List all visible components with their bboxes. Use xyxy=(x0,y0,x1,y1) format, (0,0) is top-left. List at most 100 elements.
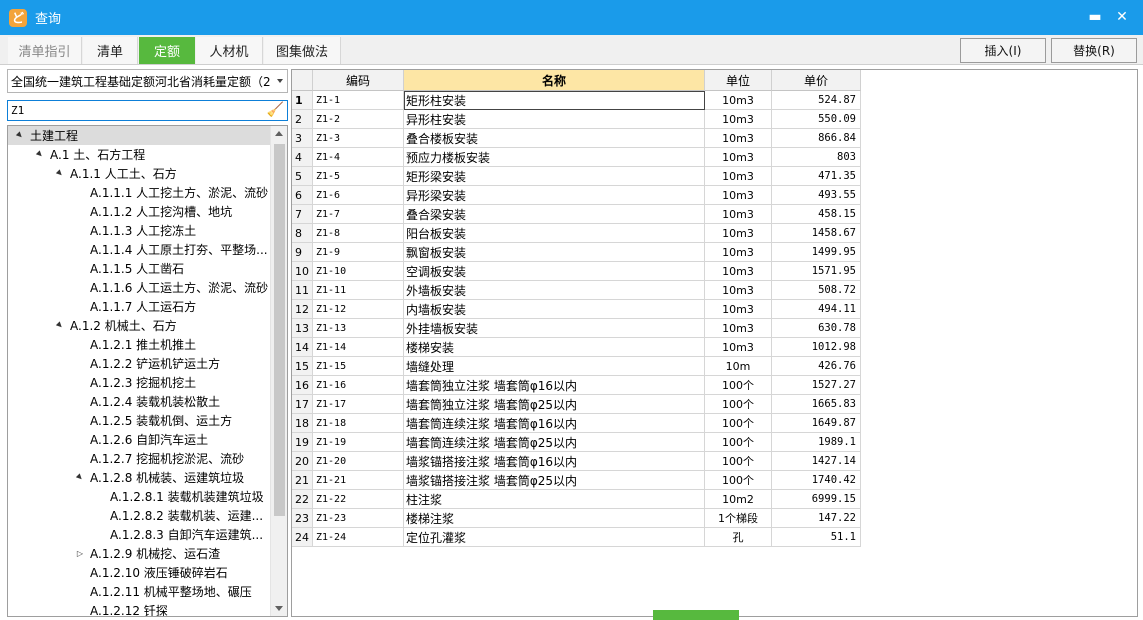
code-cell[interactable]: Z1-8 xyxy=(313,224,404,243)
table-row[interactable]: 2 Z1-2 异形柱安装 10m3 550.09 xyxy=(292,110,861,129)
unit-cell[interactable]: 100个 xyxy=(705,452,772,471)
price-cell[interactable]: 1571.95 xyxy=(772,262,861,281)
code-cell[interactable]: Z1-19 xyxy=(313,433,404,452)
tree-item[interactable]: ▲ 土建工程 xyxy=(8,126,271,145)
name-cell[interactable]: 空调板安装 xyxy=(404,262,705,281)
unit-cell[interactable]: 10m3 xyxy=(705,167,772,186)
code-cell[interactable]: Z1-2 xyxy=(313,110,404,129)
code-cell[interactable]: Z1-17 xyxy=(313,395,404,414)
price-cell[interactable]: 426.76 xyxy=(772,357,861,376)
tab-bill[interactable]: 清单 xyxy=(83,37,138,64)
table-row[interactable]: 7 Z1-7 叠合梁安装 10m3 458.15 xyxy=(292,205,861,224)
unit-cell[interactable]: 10m3 xyxy=(705,281,772,300)
unit-cell[interactable]: 10m3 xyxy=(705,300,772,319)
table-row[interactable]: 11 Z1-11 外墙板安装 10m3 508.72 xyxy=(292,281,861,300)
name-cell[interactable]: 矩形梁安装 xyxy=(404,167,705,186)
unit-cell[interactable]: 100个 xyxy=(705,395,772,414)
table-row[interactable]: 15 Z1-15 墙缝处理 10m 426.76 xyxy=(292,357,861,376)
unit-cell[interactable]: 孔 xyxy=(705,528,772,547)
collapse-arrow-icon[interactable]: ▲ xyxy=(51,316,69,334)
code-cell[interactable]: Z1-10 xyxy=(313,262,404,281)
price-cell[interactable]: 1665.83 xyxy=(772,395,861,414)
name-cell[interactable]: 墙套筒独立注浆 墙套筒φ25以内 xyxy=(404,395,705,414)
code-cell[interactable]: Z1-9 xyxy=(313,243,404,262)
code-cell[interactable]: Z1-3 xyxy=(313,129,404,148)
quota-library-select[interactable]: 全国统一建筑工程基础定额河北省消耗量定额（2 xyxy=(7,69,288,93)
code-cell[interactable]: Z1-11 xyxy=(313,281,404,300)
price-cell[interactable]: 458.15 xyxy=(772,205,861,224)
name-cell[interactable]: 飘窗板安装 xyxy=(404,243,705,262)
unit-cell[interactable]: 10m3 xyxy=(705,186,772,205)
price-cell[interactable]: 1499.95 xyxy=(772,243,861,262)
close-icon[interactable]: ✕ xyxy=(1113,8,1131,26)
price-cell[interactable]: 1740.42 xyxy=(772,471,861,490)
name-cell[interactable]: 外挂墙板安装 xyxy=(404,319,705,338)
table-row[interactable]: 16 Z1-16 墙套筒独立注浆 墙套筒φ16以内 100个 1527.27 xyxy=(292,376,861,395)
price-cell[interactable]: 147.22 xyxy=(772,509,861,528)
name-cell[interactable]: 楼梯安装 xyxy=(404,338,705,357)
table-row[interactable]: 12 Z1-12 内墙板安装 10m3 494.11 xyxy=(292,300,861,319)
code-cell[interactable]: Z1-18 xyxy=(313,414,404,433)
table-row[interactable]: 4 Z1-4 预应力楼板安装 10m3 803 xyxy=(292,148,861,167)
name-cell[interactable]: 定位孔灌浆 xyxy=(404,528,705,547)
table-row[interactable]: 10 Z1-10 空调板安装 10m3 1571.95 xyxy=(292,262,861,281)
tab-quota[interactable]: 定额 xyxy=(139,37,195,64)
price-cell[interactable]: 508.72 xyxy=(772,281,861,300)
price-cell[interactable]: 6999.15 xyxy=(772,490,861,509)
unit-cell[interactable]: 10m3 xyxy=(705,110,772,129)
name-cell[interactable]: 柱注浆 xyxy=(404,490,705,509)
table-row[interactable]: 5 Z1-5 矩形梁安装 10m3 471.35 xyxy=(292,167,861,186)
header-price[interactable]: 单价 xyxy=(772,70,861,91)
unit-cell[interactable]: 10m3 xyxy=(705,243,772,262)
table-row[interactable]: 22 Z1-22 柱注浆 10m2 6999.15 xyxy=(292,490,861,509)
unit-cell[interactable]: 100个 xyxy=(705,414,772,433)
unit-cell[interactable]: 100个 xyxy=(705,376,772,395)
price-cell[interactable]: 1458.67 xyxy=(772,224,861,243)
unit-cell[interactable]: 100个 xyxy=(705,471,772,490)
unit-cell[interactable]: 10m3 xyxy=(705,224,772,243)
code-cell[interactable]: Z1-14 xyxy=(313,338,404,357)
name-cell[interactable]: 叠合楼板安装 xyxy=(404,129,705,148)
name-cell[interactable]: 墙缝处理 xyxy=(404,357,705,376)
price-cell[interactable]: 1012.98 xyxy=(772,338,861,357)
code-cell[interactable]: Z1-5 xyxy=(313,167,404,186)
price-cell[interactable]: 1989.1 xyxy=(772,433,861,452)
tree-scrollbar[interactable] xyxy=(270,126,287,616)
unit-cell[interactable]: 1个梯段 xyxy=(705,509,772,528)
expand-arrow-icon[interactable]: ▷ xyxy=(75,544,85,563)
unit-cell[interactable]: 10m2 xyxy=(705,490,772,509)
table-row[interactable]: 14 Z1-14 楼梯安装 10m3 1012.98 xyxy=(292,338,861,357)
header-unit[interactable]: 单位 xyxy=(705,70,772,91)
code-cell[interactable]: Z1-4 xyxy=(313,148,404,167)
price-cell[interactable]: 1649.87 xyxy=(772,414,861,433)
scroll-up-icon[interactable] xyxy=(275,131,283,136)
table-row[interactable]: 17 Z1-17 墙套筒独立注浆 墙套筒φ25以内 100个 1665.83 xyxy=(292,395,861,414)
name-cell[interactable]: 墙浆锚搭接注浆 墙套筒φ16以内 xyxy=(404,452,705,471)
tab-labor-material-machine[interactable]: 人材机 xyxy=(196,37,263,64)
code-cell[interactable]: Z1-16 xyxy=(313,376,404,395)
code-cell[interactable]: Z1-6 xyxy=(313,186,404,205)
code-cell[interactable]: Z1-1 xyxy=(313,91,404,110)
price-cell[interactable]: 803 xyxy=(772,148,861,167)
name-cell[interactable]: 预应力楼板安装 xyxy=(404,148,705,167)
table-row[interactable]: 8 Z1-8 阳台板安装 10m3 1458.67 xyxy=(292,224,861,243)
header-name[interactable]: 名称 xyxy=(404,70,705,91)
table-row[interactable]: 20 Z1-20 墙浆锚搭接注浆 墙套筒φ16以内 100个 1427.14 xyxy=(292,452,861,471)
unit-cell[interactable]: 10m3 xyxy=(705,205,772,224)
code-cell[interactable]: Z1-24 xyxy=(313,528,404,547)
price-cell[interactable]: 471.35 xyxy=(772,167,861,186)
name-cell[interactable]: 内墙板安装 xyxy=(404,300,705,319)
search-input[interactable]: Z1 🧹 xyxy=(7,100,288,121)
clear-broom-icon[interactable]: 🧹 xyxy=(267,102,284,118)
tab-atlas-method[interactable]: 图集做法 xyxy=(264,37,341,64)
code-cell[interactable]: Z1-20 xyxy=(313,452,404,471)
name-cell[interactable]: 墙浆锚搭接注浆 墙套筒φ25以内 xyxy=(404,471,705,490)
chevron-down-icon[interactable] xyxy=(277,79,283,83)
name-cell[interactable]: 叠合梁安装 xyxy=(404,205,705,224)
code-cell[interactable]: Z1-7 xyxy=(313,205,404,224)
unit-cell[interactable]: 10m3 xyxy=(705,129,772,148)
name-cell[interactable]: 矩形柱安装 xyxy=(404,91,705,110)
name-cell[interactable]: 外墙板安装 xyxy=(404,281,705,300)
table-row[interactable]: 24 Z1-24 定位孔灌浆孔 51.1 xyxy=(292,528,861,547)
code-cell[interactable]: Z1-12 xyxy=(313,300,404,319)
